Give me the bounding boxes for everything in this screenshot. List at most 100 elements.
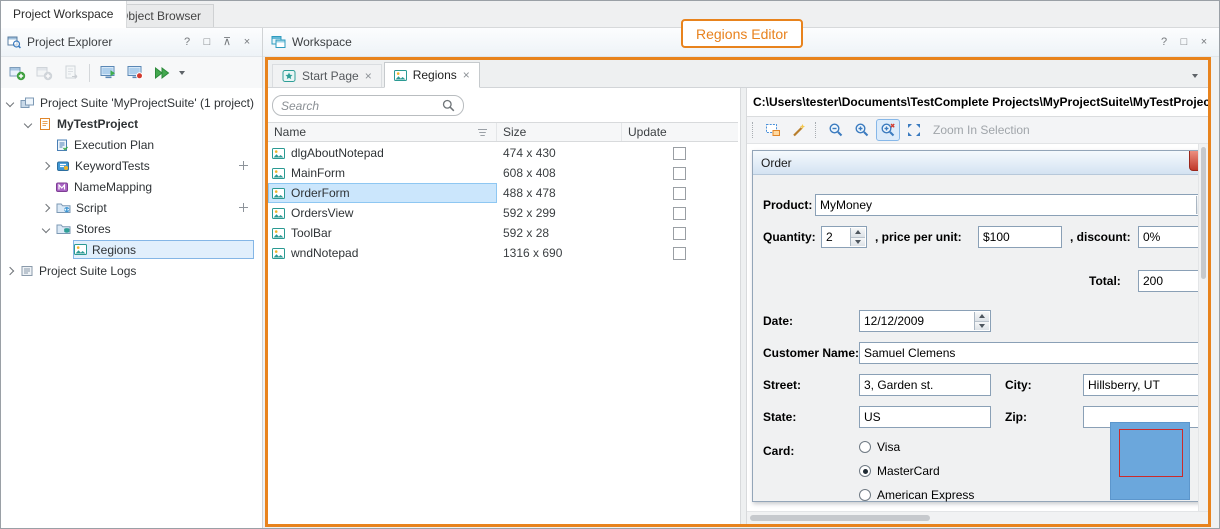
tree-item-stores[interactable]: Stores bbox=[0, 218, 262, 239]
region-name: wndNotepad bbox=[291, 246, 358, 260]
quantity-value: 2 bbox=[826, 230, 833, 244]
tree-selection[interactable]: Regions bbox=[73, 240, 254, 259]
tab-project-workspace[interactable]: Project Workspace bbox=[0, 0, 127, 28]
column-header-name[interactable]: Name bbox=[268, 123, 497, 141]
update-checkbox[interactable] bbox=[673, 247, 686, 260]
capture-region-button[interactable] bbox=[761, 119, 785, 141]
close-tab-icon[interactable]: × bbox=[463, 69, 470, 81]
city-label: City: bbox=[1005, 378, 1032, 392]
tree-item-project-suite[interactable]: Project Suite 'MyProjectSuite' (1 projec… bbox=[0, 92, 262, 113]
quantity-label: Quantity: bbox=[763, 230, 816, 244]
tree-item-script[interactable]: Script bbox=[0, 197, 262, 218]
fit-to-screen-button[interactable] bbox=[902, 119, 926, 141]
table-row[interactable]: MainForm 608 x 408 bbox=[268, 163, 738, 183]
state-label: State: bbox=[763, 410, 796, 424]
project-icon bbox=[38, 117, 52, 131]
zoom-selection-button[interactable] bbox=[876, 119, 900, 141]
update-images-button[interactable] bbox=[95, 60, 121, 85]
fit-to-screen-icon bbox=[906, 122, 922, 138]
price-field: $100 bbox=[978, 226, 1062, 248]
run-icon bbox=[153, 65, 171, 81]
add-new-item-icon bbox=[36, 64, 53, 81]
panel-splitter[interactable] bbox=[740, 88, 747, 524]
help-button[interactable]: ? bbox=[1156, 34, 1172, 50]
chevron-right-icon[interactable] bbox=[6, 266, 14, 274]
tab-list-dropdown-icon[interactable] bbox=[1192, 74, 1198, 78]
close-tab-icon[interactable]: × bbox=[365, 70, 372, 82]
horizontal-scrollbar-thumb[interactable] bbox=[750, 515, 930, 521]
tab-regions[interactable]: Regions × bbox=[384, 62, 480, 88]
run-project-button[interactable] bbox=[149, 60, 175, 85]
update-checkbox[interactable] bbox=[673, 147, 686, 160]
chevron-down-icon[interactable] bbox=[6, 98, 14, 106]
chevron-down-icon[interactable] bbox=[42, 224, 50, 232]
help-button[interactable]: ? bbox=[179, 34, 195, 50]
add-keyword-test-button[interactable] bbox=[239, 161, 248, 170]
update-checkbox[interactable] bbox=[673, 207, 686, 220]
region-name: OrdersView bbox=[291, 206, 353, 220]
regions-editor: Start Page × Regions × Search Name Siz bbox=[268, 60, 1208, 524]
maximize-button[interactable]: □ bbox=[1176, 34, 1192, 50]
vertical-scrollbar[interactable] bbox=[1198, 144, 1208, 511]
table-row[interactable]: ToolBar 592 x 28 bbox=[268, 223, 738, 243]
tree-item-namemapping[interactable]: NameMapping bbox=[0, 176, 262, 197]
add-new-project-button[interactable] bbox=[4, 60, 30, 85]
region-file-path: C:\Users\tester\Documents\TestComplete P… bbox=[747, 88, 1208, 117]
add-new-item-button[interactable] bbox=[31, 60, 57, 85]
export-project-button[interactable] bbox=[58, 60, 84, 85]
zoom-out-button[interactable] bbox=[824, 119, 848, 141]
table-row[interactable]: dlgAboutNotepad 474 x 430 bbox=[268, 143, 738, 163]
vertical-scrollbar-thumb[interactable] bbox=[1201, 147, 1206, 279]
add-script-button[interactable] bbox=[239, 203, 248, 212]
annotation-regions-editor: Regions Editor bbox=[681, 19, 803, 48]
radio-label: MasterCard bbox=[877, 464, 940, 478]
tree-item-keywordtests[interactable]: KeywordTests bbox=[0, 155, 262, 176]
magic-wand-button[interactable] bbox=[787, 119, 811, 141]
chevron-right-icon[interactable] bbox=[42, 203, 50, 211]
tree-item-mytestproject[interactable]: MyTestProject bbox=[0, 113, 262, 134]
search-placeholder: Search bbox=[281, 99, 442, 113]
region-selection-overlay[interactable] bbox=[1110, 422, 1190, 500]
run-options-dropdown-icon[interactable] bbox=[179, 71, 185, 75]
image-preview[interactable]: Order × Product: MyMoney Quantity: 2 , p… bbox=[747, 144, 1198, 511]
zoom-in-selection-label: Zoom In Selection bbox=[933, 123, 1030, 137]
tab-start-page[interactable]: Start Page × bbox=[272, 64, 382, 87]
tree-item-regions[interactable]: Regions bbox=[0, 239, 262, 260]
table-row[interactable]: OrdersView 592 x 299 bbox=[268, 203, 738, 223]
street-field: 3, Garden st. bbox=[859, 374, 991, 396]
search-input[interactable]: Search bbox=[272, 95, 464, 116]
close-button[interactable]: × bbox=[239, 34, 255, 50]
tree-item-execution-plan[interactable]: Execution Plan bbox=[0, 134, 262, 155]
record-test-button[interactable] bbox=[122, 60, 148, 85]
zoom-in-button[interactable] bbox=[850, 119, 874, 141]
tree-item-label: Stores bbox=[76, 222, 111, 236]
update-checkbox[interactable] bbox=[673, 187, 686, 200]
table-row[interactable]: wndNotepad 1316 x 690 bbox=[268, 243, 738, 263]
chevron-down-icon[interactable] bbox=[24, 119, 32, 127]
tree-item-project-suite-logs[interactable]: Project Suite Logs bbox=[0, 260, 262, 281]
state-field: US bbox=[859, 406, 991, 428]
table-row-selected[interactable]: OrderForm 488 x 478 bbox=[268, 183, 738, 203]
workspace-title: Workspace bbox=[292, 35, 352, 49]
region-name: ToolBar bbox=[291, 226, 332, 240]
document-tab-strip: Start Page × Regions × bbox=[268, 60, 1208, 88]
close-button[interactable]: × bbox=[1196, 34, 1212, 50]
city-field: Hillsberry, UT bbox=[1083, 374, 1198, 396]
project-explorer-panel: Project Explorer ? □ ⊼ × Project Suite '… bbox=[0, 28, 263, 529]
update-checkbox[interactable] bbox=[673, 227, 686, 240]
column-header-update[interactable]: Update bbox=[622, 123, 738, 141]
stores-folder-icon bbox=[56, 222, 71, 235]
product-label: Product: bbox=[763, 198, 812, 212]
region-image-icon bbox=[272, 247, 285, 260]
toolbar-grip[interactable] bbox=[752, 122, 754, 138]
update-checkbox[interactable] bbox=[673, 167, 686, 180]
chevron-right-icon[interactable] bbox=[42, 161, 50, 169]
maximize-button[interactable]: □ bbox=[199, 34, 215, 50]
column-header-size[interactable]: Size bbox=[497, 123, 622, 141]
mastercard-radio: MasterCard bbox=[859, 464, 940, 478]
tree-item-label: MyTestProject bbox=[57, 117, 138, 131]
stepper-buttons bbox=[974, 312, 989, 330]
pin-button[interactable]: ⊼ bbox=[219, 34, 235, 50]
horizontal-scrollbar[interactable] bbox=[747, 511, 1208, 524]
tree-item-label: Project Suite 'MyProjectSuite' (1 projec… bbox=[40, 96, 254, 110]
